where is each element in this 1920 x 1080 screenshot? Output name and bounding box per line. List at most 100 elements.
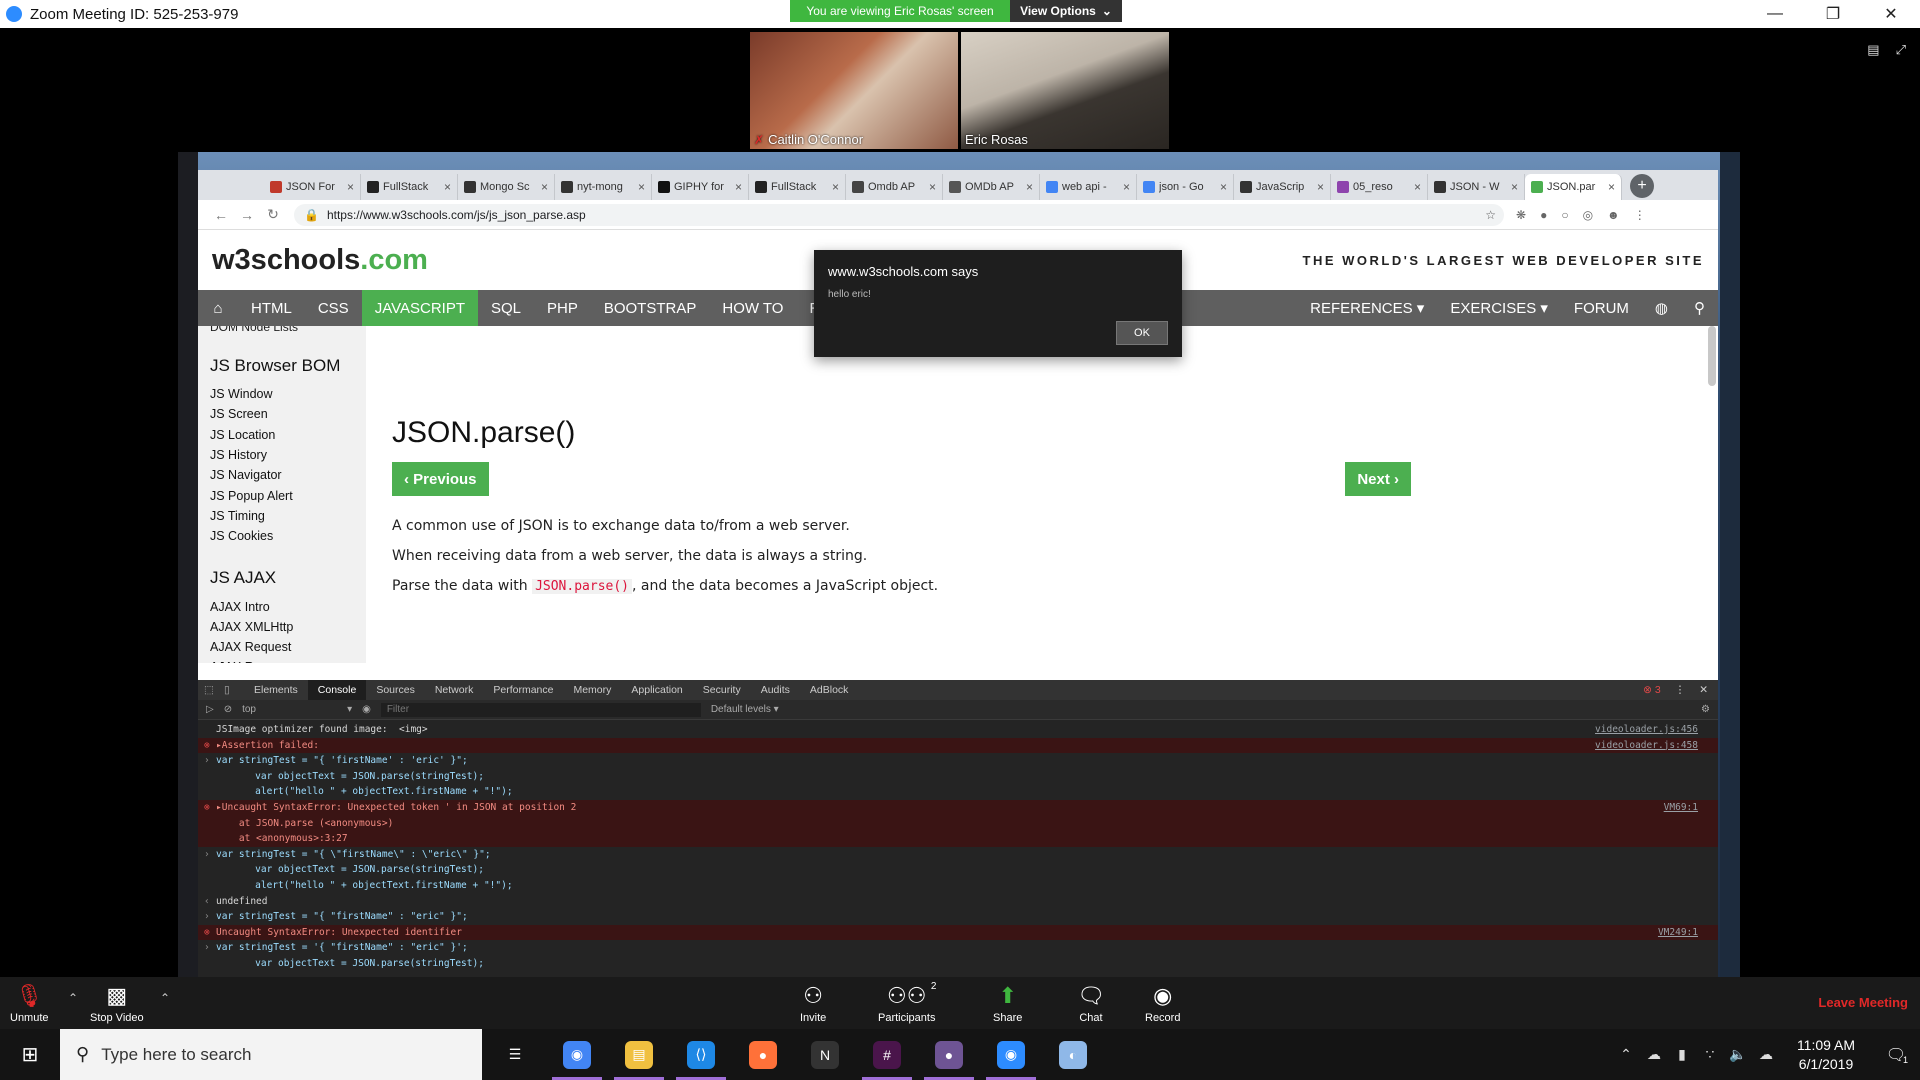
chat-button[interactable]: 🗨 Chat xyxy=(1077,983,1105,1024)
record-button[interactable]: ◉ Record xyxy=(1145,983,1180,1024)
taskbar-task-view-icon[interactable]: ☰ xyxy=(484,1029,546,1080)
close-tab-icon[interactable]: × xyxy=(1414,180,1421,194)
clear-console-icon[interactable]: ⊘ xyxy=(224,704,232,715)
taskbar-paint-icon[interactable]: ◐ xyxy=(1042,1029,1104,1080)
globe-icon[interactable]: ◍ xyxy=(1642,290,1681,326)
nav-item[interactable]: HTML xyxy=(238,290,305,326)
console-source-link[interactable]: VM249:1 xyxy=(1658,925,1698,941)
close-tab-icon[interactable]: × xyxy=(638,180,645,194)
reload-icon[interactable]: ↻ xyxy=(260,206,286,223)
browser-tab[interactable]: JSON.par × xyxy=(1525,174,1622,200)
tray-overflow-chevron-icon[interactable]: ⌃ xyxy=(1612,1046,1640,1063)
browser-tab[interactable]: FullStack × xyxy=(749,174,846,200)
devtools-tab[interactable]: Security xyxy=(693,680,751,700)
sidebar-link[interactable]: JS Window xyxy=(210,384,366,404)
browser-tab[interactable]: 05_reso × xyxy=(1331,174,1428,200)
devtools-tab[interactable]: AdBlock xyxy=(800,680,859,700)
gallery-view-icon[interactable]: ▤ xyxy=(1867,42,1879,58)
cloud-icon[interactable]: ☁ xyxy=(1640,1046,1668,1063)
kebab-menu-icon[interactable]: ⋮ xyxy=(1675,684,1686,696)
fullscreen-icon[interactable]: ⤢ xyxy=(1896,42,1906,58)
page-scrollbar[interactable] xyxy=(1708,326,1716,386)
participants-button[interactable]: ⚇⚇ 2 Participants xyxy=(878,981,936,1024)
taskbar-file-explorer-icon[interactable]: ▤ xyxy=(608,1029,670,1080)
nav-item[interactable]: SQL xyxy=(478,290,534,326)
close-devtools-icon[interactable]: ✕ xyxy=(1699,684,1708,696)
nav-item[interactable]: REFERENCES ▾ xyxy=(1297,290,1437,326)
eye-icon[interactable]: ◉ xyxy=(362,704,371,715)
volume-icon[interactable]: 🔈 xyxy=(1724,1046,1752,1063)
video-tile[interactable]: ✗ Caitlin O'Connor xyxy=(750,32,958,149)
taskbar-vscode-icon[interactable]: ⟨⟩ xyxy=(670,1029,732,1080)
close-tab-icon[interactable]: × xyxy=(832,180,839,194)
devtools-tab[interactable]: Audits xyxy=(751,680,800,700)
action-center-icon[interactable]: 🗨 1 xyxy=(1872,1045,1920,1065)
browser-tab[interactable]: JSON For × xyxy=(264,174,361,200)
ok-button[interactable]: OK xyxy=(1116,321,1168,345)
sidebar-link[interactable]: JS History xyxy=(210,445,366,465)
levels-select[interactable]: Default levels ▾ xyxy=(711,704,779,715)
nav-item[interactable]: FORUM xyxy=(1561,290,1642,326)
error-count-badge[interactable]: ⊗ 3 xyxy=(1643,684,1661,696)
nav-item[interactable]: BOOTSTRAP xyxy=(591,290,710,326)
menu-icon[interactable]: ⋮ xyxy=(1634,208,1646,222)
unmute-button[interactable]: 🎙 Unmute xyxy=(10,983,49,1024)
onedrive-icon[interactable]: ☁ xyxy=(1752,1046,1780,1063)
close-tab-icon[interactable]: × xyxy=(541,180,548,194)
close-tab-icon[interactable]: × xyxy=(1317,180,1324,194)
device-toggle-icon[interactable]: ▯ xyxy=(224,684,238,696)
nav-item[interactable]: JAVASCRIPT xyxy=(361,290,478,326)
wifi-icon[interactable]: ∵ xyxy=(1696,1046,1724,1063)
settings-gear-icon[interactable]: ⚙ xyxy=(1701,704,1710,715)
video-tile[interactable]: Eric Rosas xyxy=(961,32,1169,149)
browser-tab[interactable]: Mongo Sc × xyxy=(458,174,555,200)
previous-button[interactable]: ‹ Previous xyxy=(392,462,489,496)
close-tab-icon[interactable]: × xyxy=(444,180,451,194)
address-bar[interactable]: 🔒 https://www.w3schools.com/js/js_json_p… xyxy=(294,203,1504,226)
new-tab-plus-icon[interactable]: + xyxy=(1630,174,1654,198)
taskbar-github-icon[interactable]: ● xyxy=(918,1029,980,1080)
taskbar-chrome-icon[interactable]: ◉ xyxy=(546,1029,608,1080)
close-tab-icon[interactable]: × xyxy=(1123,180,1130,194)
share-button[interactable]: ⬆ Share xyxy=(993,983,1022,1024)
sidebar-link[interactable]: AJAX Request xyxy=(210,637,366,657)
sidebar-link[interactable]: JS Cookies xyxy=(210,526,366,546)
restore-icon[interactable]: ❐ xyxy=(1804,0,1862,28)
search-icon[interactable]: ⚲ xyxy=(1681,290,1718,326)
extension-icon[interactable]: ○ xyxy=(1561,208,1568,222)
browser-tab[interactable]: Omdb AP × xyxy=(846,174,943,200)
minimize-icon[interactable]: — xyxy=(1746,0,1804,28)
forward-icon[interactable]: → xyxy=(234,207,260,223)
nav-item[interactable]: PHP xyxy=(534,290,591,326)
video-options-caret-icon[interactable]: ⌃ xyxy=(160,991,170,1005)
sidebar-link[interactable]: JS Screen xyxy=(210,404,366,424)
browser-tab[interactable]: GIPHY for × xyxy=(652,174,749,200)
browser-tab[interactable]: FullStack × xyxy=(361,174,458,200)
inspect-icon[interactable]: ⬚ xyxy=(204,684,218,696)
filter-input[interactable]: Filter xyxy=(380,702,701,717)
taskbar-search-box[interactable]: ⚲ Type here to search xyxy=(60,1029,482,1080)
sidebar-toggle-icon[interactable]: ▷ xyxy=(206,704,214,715)
devtools-tab[interactable]: Network xyxy=(425,680,484,700)
sidebar-link[interactable]: JS Location xyxy=(210,425,366,445)
close-tab-icon[interactable]: × xyxy=(1608,180,1615,194)
sidebar-item-cut[interactable]: DOM Node Lists xyxy=(210,326,366,334)
profile-avatar-icon[interactable]: ☻ xyxy=(1607,208,1620,222)
console-source-link[interactable]: videoloader.js:458 xyxy=(1595,738,1698,754)
sidebar-link[interactable]: JS Timing xyxy=(210,506,366,526)
browser-tab[interactable]: OMDb AP × xyxy=(943,174,1040,200)
view-options-button[interactable]: View Options ⌄ xyxy=(1010,0,1122,22)
windows-start-icon[interactable]: ⊞ xyxy=(0,1029,60,1080)
browser-tab[interactable]: JavaScrip × xyxy=(1234,174,1331,200)
browser-tab[interactable]: nyt-mong × xyxy=(555,174,652,200)
nav-item[interactable]: HOW TO xyxy=(709,290,796,326)
browser-tab[interactable]: JSON - W × xyxy=(1428,174,1525,200)
context-select[interactable]: top ▾ xyxy=(242,704,352,715)
sidebar-link[interactable]: AJAX Intro xyxy=(210,596,366,616)
sidebar-link[interactable]: JS Navigator xyxy=(210,465,366,485)
bookmark-star-icon[interactable]: ☆ xyxy=(1485,208,1496,222)
back-icon[interactable]: ← xyxy=(208,207,234,223)
close-tab-icon[interactable]: × xyxy=(1026,180,1033,194)
console-source-link[interactable]: VM69:1 xyxy=(1664,800,1698,816)
browser-tab[interactable]: web api - × xyxy=(1040,174,1137,200)
